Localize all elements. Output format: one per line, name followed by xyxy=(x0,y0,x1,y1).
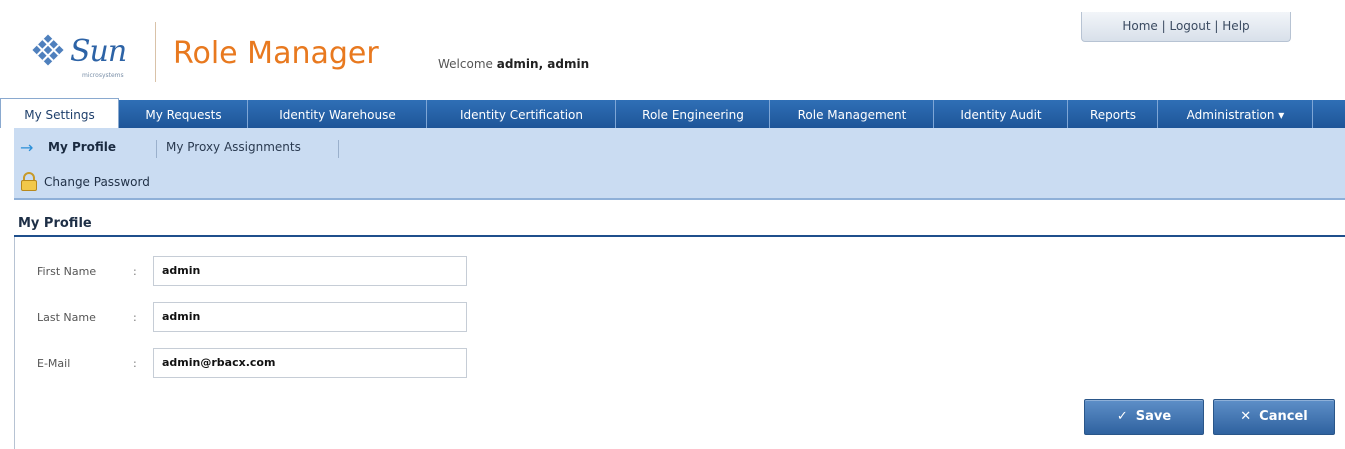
lock-icon xyxy=(21,172,37,191)
change-password-link[interactable]: Change Password xyxy=(44,175,150,189)
tab-role-management[interactable]: Role Management xyxy=(771,100,934,128)
section-title: My Profile xyxy=(18,216,92,231)
arrow-right-icon: → xyxy=(20,138,34,157)
app-title: Role Manager xyxy=(173,36,379,71)
main-nav: My Settings My Requests Identity Warehou… xyxy=(0,98,1345,128)
subnav-divider xyxy=(338,140,339,158)
subnav-divider xyxy=(156,140,157,158)
first-name-label: First Name xyxy=(37,265,97,278)
tab-my-settings[interactable]: My Settings xyxy=(0,98,119,128)
header-divider xyxy=(155,22,156,82)
email-label: E-Mail xyxy=(37,357,71,370)
tab-my-requests[interactable]: My Requests xyxy=(120,100,248,128)
welcome-user: admin, admin xyxy=(496,57,590,71)
cancel-label: Cancel xyxy=(1259,409,1308,424)
email-field[interactable]: admin@rbacx.com xyxy=(153,348,467,378)
sun-diamond-icon xyxy=(32,34,64,66)
tab-reports[interactable]: Reports xyxy=(1069,100,1158,128)
save-button[interactable]: ✓ Save xyxy=(1084,399,1204,435)
tab-administration[interactable]: Administration ▾ xyxy=(1159,100,1313,128)
logo-text: Sun xyxy=(70,34,127,69)
help-link[interactable]: Help xyxy=(1222,19,1249,33)
tab-identity-warehouse[interactable]: Identity Warehouse xyxy=(249,100,427,128)
check-icon: ✓ xyxy=(1116,409,1128,424)
x-icon: ✕ xyxy=(1240,409,1252,424)
field-colon: : xyxy=(133,265,137,278)
cancel-button[interactable]: ✕ Cancel xyxy=(1213,399,1335,435)
tab-role-engineering[interactable]: Role Engineering xyxy=(617,100,770,128)
subnav-my-proxy-assignments[interactable]: My Proxy Assignments xyxy=(166,140,301,154)
logo-subtext: microsystems xyxy=(82,72,124,79)
welcome-text: Welcome admin, admin xyxy=(438,57,589,71)
last-name-label: Last Name xyxy=(37,311,96,324)
sub-nav: → My Profile My Proxy Assignments Change… xyxy=(14,128,1345,200)
last-name-field[interactable]: admin xyxy=(153,302,467,332)
sun-logo: Sun microsystems xyxy=(30,26,150,86)
top-links: Home | Logout | Help xyxy=(1081,12,1291,42)
first-name-field[interactable]: admin xyxy=(153,256,467,286)
tab-identity-audit[interactable]: Identity Audit xyxy=(935,100,1068,128)
toplinks-sep: | xyxy=(1161,19,1166,33)
toplinks-sep: | xyxy=(1214,19,1219,33)
subnav-my-profile[interactable]: My Profile xyxy=(48,140,116,154)
header: Sun microsystems Role Manager Welcome ad… xyxy=(0,0,1345,100)
logout-link[interactable]: Logout xyxy=(1169,19,1210,33)
home-link[interactable]: Home xyxy=(1122,19,1157,33)
field-colon: : xyxy=(133,311,137,324)
tab-identity-certification[interactable]: Identity Certification xyxy=(428,100,616,128)
field-colon: : xyxy=(133,357,137,370)
save-label: Save xyxy=(1135,409,1172,424)
welcome-prefix: Welcome xyxy=(438,57,493,71)
